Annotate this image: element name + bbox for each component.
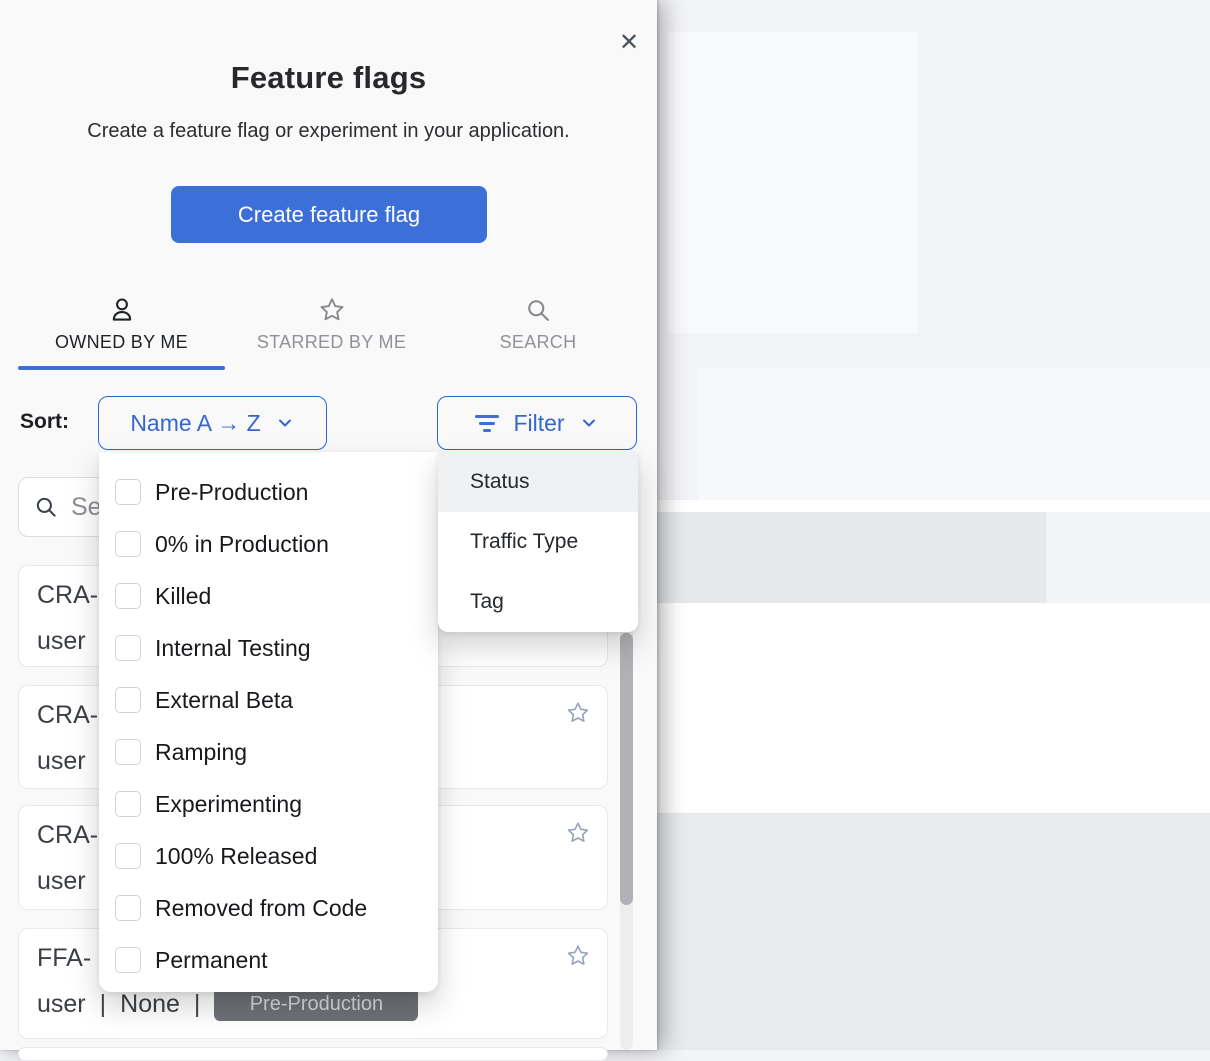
star-icon[interactable] bbox=[565, 943, 591, 969]
filter-menu: Status Traffic Type Tag bbox=[438, 452, 638, 632]
checkbox[interactable] bbox=[115, 791, 141, 817]
person-icon bbox=[18, 296, 225, 326]
feature-flags-panel: ✕ Feature flags Create a feature flag or… bbox=[0, 0, 657, 1050]
status-option-removed-from-code[interactable]: Removed from Code bbox=[99, 882, 438, 934]
flag-traffic-type: user bbox=[37, 987, 86, 1021]
checkbox[interactable] bbox=[115, 739, 141, 765]
checkbox[interactable] bbox=[115, 895, 141, 921]
checkbox[interactable] bbox=[115, 479, 141, 505]
page-white-band bbox=[657, 603, 1210, 813]
checkbox[interactable] bbox=[115, 531, 141, 557]
page-skeleton-block bbox=[698, 368, 1210, 500]
page-subtitle: Create a feature flag or experiment in y… bbox=[0, 120, 657, 143]
status-option-internal-testing[interactable]: Internal Testing bbox=[99, 622, 438, 674]
status-option-pre-production[interactable]: Pre-Production bbox=[99, 466, 438, 518]
page-skeleton-block bbox=[668, 32, 918, 333]
tab-search[interactable]: SEARCH bbox=[438, 296, 638, 370]
close-icon[interactable]: ✕ bbox=[614, 28, 644, 58]
page-skeleton-block bbox=[657, 813, 1210, 1050]
status-option-permanent[interactable]: Permanent bbox=[99, 934, 438, 986]
tab-owned-by-me[interactable]: OWNED BY ME bbox=[18, 296, 225, 370]
feature-flag-card-partial[interactable] bbox=[18, 1047, 608, 1061]
sort-label: Sort: bbox=[20, 410, 69, 434]
filter-menu-item-traffic-type[interactable]: Traffic Type bbox=[438, 512, 638, 572]
flag-tag: None bbox=[120, 987, 180, 1021]
checkbox[interactable] bbox=[115, 947, 141, 973]
star-icon bbox=[225, 296, 438, 326]
status-badge: Pre-Production bbox=[214, 987, 418, 1021]
tab-label: STARRED BY ME bbox=[257, 332, 406, 352]
page-skeleton-block bbox=[657, 512, 1046, 603]
status-option-external-beta[interactable]: External Beta bbox=[99, 674, 438, 726]
status-filter-dropdown: Pre-Production 0% in Production Killed I… bbox=[99, 452, 438, 992]
active-tab-underline bbox=[18, 366, 225, 370]
filter-icon bbox=[475, 415, 499, 432]
sort-value: Name A → Z bbox=[130, 410, 260, 437]
filter-label: Filter bbox=[513, 410, 564, 437]
status-option-ramping[interactable]: Ramping bbox=[99, 726, 438, 778]
filter-menu-item-tag[interactable]: Tag bbox=[438, 572, 638, 632]
sort-dropdown-button[interactable]: Name A → Z bbox=[98, 396, 327, 450]
background-page bbox=[657, 0, 1210, 1050]
chevron-down-icon bbox=[275, 413, 295, 433]
page-title: Feature flags bbox=[0, 60, 657, 96]
tab-label: SEARCH bbox=[500, 332, 577, 352]
separator: | bbox=[100, 987, 107, 1021]
status-option-100-released[interactable]: 100% Released bbox=[99, 830, 438, 882]
tab-starred-by-me[interactable]: STARRED BY ME bbox=[225, 296, 438, 370]
checkbox[interactable] bbox=[115, 583, 141, 609]
status-option-experimenting[interactable]: Experimenting bbox=[99, 778, 438, 830]
status-option-0-in-production[interactable]: 0% in Production bbox=[99, 518, 438, 570]
checkbox[interactable] bbox=[115, 687, 141, 713]
checkbox[interactable] bbox=[115, 843, 141, 869]
chevron-down-icon bbox=[579, 413, 599, 433]
separator: | bbox=[194, 987, 201, 1021]
status-option-killed[interactable]: Killed bbox=[99, 570, 438, 622]
star-icon[interactable] bbox=[565, 820, 591, 846]
filter-menu-item-status[interactable]: Status bbox=[438, 452, 638, 512]
scrollbar-thumb[interactable] bbox=[620, 633, 633, 905]
page-white-band bbox=[657, 500, 1210, 512]
magnifier-icon bbox=[33, 494, 59, 520]
create-feature-flag-button[interactable]: Create feature flag bbox=[171, 186, 487, 243]
filter-dropdown-button[interactable]: Filter bbox=[437, 396, 637, 450]
magnifier-icon bbox=[438, 296, 638, 326]
star-icon[interactable] bbox=[565, 700, 591, 726]
tab-label: OWNED BY ME bbox=[55, 332, 188, 352]
checkbox[interactable] bbox=[115, 635, 141, 661]
